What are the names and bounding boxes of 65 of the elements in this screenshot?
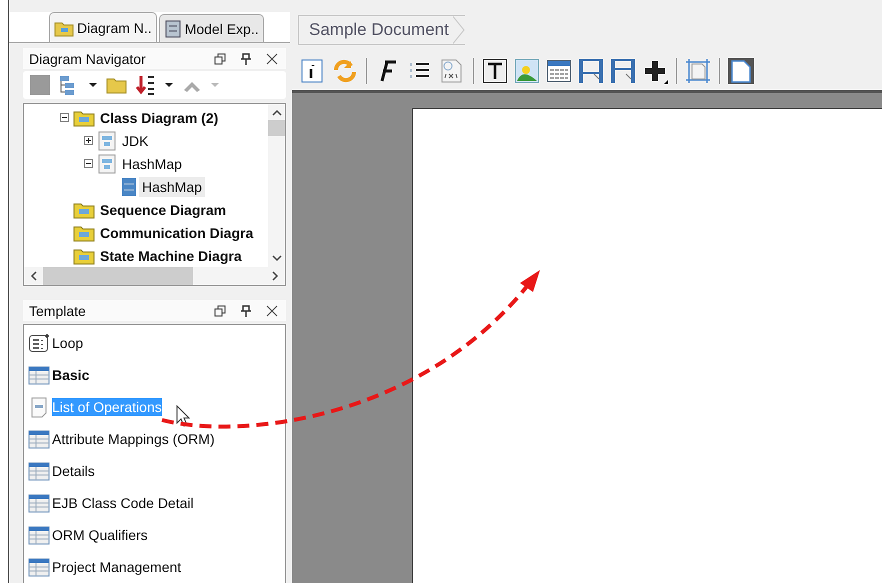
collapse-toggle[interactable] [84,159,95,168]
text-icon[interactable] [482,58,508,84]
pin-icon[interactable] [240,52,252,64]
header-icon[interactable] [578,58,604,84]
breadcrumb[interactable]: Sample Document [298,15,465,45]
template-item[interactable]: Details [52,462,95,480]
horizontal-scrollbar[interactable] [24,267,285,285]
template-item[interactable]: EJB Class Code Detail [52,494,194,512]
tree-item[interactable]: State Machine Diagra [97,246,245,266]
panel-title: Diagram Navigator [28,50,147,66]
tree-item[interactable]: HashMap [119,154,185,174]
table-icon [28,493,50,513]
panel-title: Template [28,302,87,318]
collapse-toggle[interactable] [60,113,71,122]
chevron-up-icon[interactable] [272,109,282,116]
diagram-folder-icon [73,224,95,242]
sort-icon[interactable] [135,74,157,96]
caret-icon[interactable] [165,82,173,88]
tree-item[interactable]: HashMap [139,176,205,196]
list-icon [28,332,50,354]
template-item[interactable]: Attribute Mappings (ORM) [52,430,215,448]
diagram-folder-icon [73,108,95,126]
diagram-folder-icon [73,246,95,264]
table-icon [28,365,50,385]
pin-icon[interactable] [240,304,252,316]
chevron-down-icon[interactable] [272,255,282,262]
panel-tab[interactable]: Model Exp.. [158,14,264,42]
image-icon[interactable] [514,58,540,84]
plus-icon[interactable] [642,58,668,84]
crop-marks-icon[interactable] [685,58,711,84]
panel-tab[interactable]: Diagram N.. [49,12,157,42]
square-icon[interactable] [29,74,51,96]
cabinet-icon [164,20,182,38]
tree-item[interactable]: JDK [119,130,152,150]
table-icon [28,429,50,449]
breadcrumb-tip [452,16,465,44]
table-icon [28,525,50,545]
template-item[interactable]: Loop [52,334,84,352]
table-icon[interactable] [546,58,572,84]
table-icon [28,557,50,577]
vertical-scrollbar[interactable] [268,104,285,267]
close-icon[interactable] [266,304,278,316]
tree-item[interactable]: Class Diagram (2) [97,108,222,128]
chevron-right-icon[interactable] [272,271,279,281]
template-item[interactable]: Basic [52,366,90,384]
model-icon [97,130,117,150]
page-icon[interactable] [728,58,754,84]
mouse-pointer-icon [176,405,190,427]
tree-item[interactable]: Sequence Diagram [97,200,230,220]
template-item[interactable]: Project Management [52,558,182,576]
diagram-folder-icon [73,200,95,218]
table-icon [28,461,50,481]
model-icon [97,154,117,174]
chevron-left-icon[interactable] [30,271,37,281]
restore-icon[interactable] [214,52,226,64]
close-icon[interactable] [266,52,278,64]
scrollbar-thumb[interactable] [268,120,285,136]
expand-toggle[interactable] [84,136,95,145]
footer-icon[interactable] [610,58,636,84]
restore-icon[interactable] [214,304,226,316]
scrollbar-thumb[interactable] [43,267,193,285]
template-item[interactable]: ORM Qualifiers [52,526,148,544]
caret-icon[interactable] [89,82,97,88]
class-icon [121,176,137,196]
tree-item[interactable]: Communication Diagra [97,222,256,242]
